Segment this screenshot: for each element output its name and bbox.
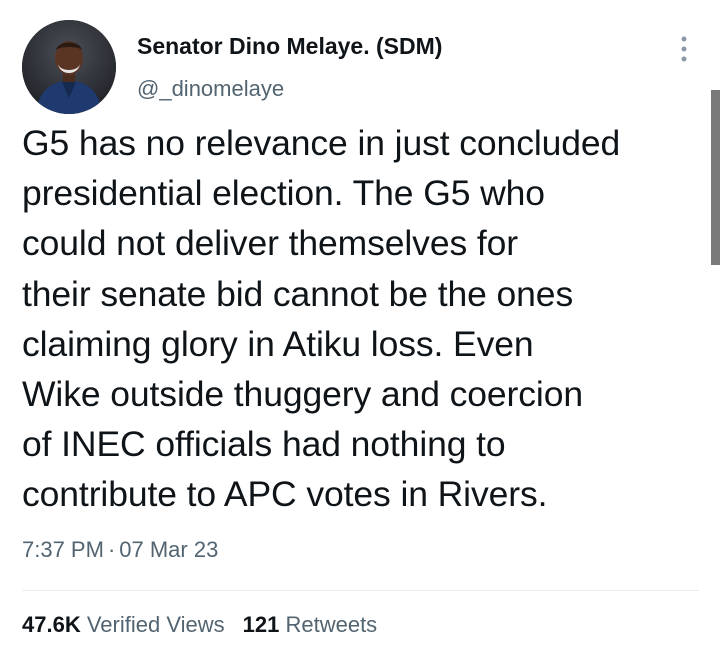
- tweet-date[interactable]: 07 Mar 23: [119, 537, 218, 562]
- meta-separator: ·: [107, 537, 116, 562]
- profile-photo: [22, 20, 116, 114]
- views-count: 47.6K: [22, 612, 81, 637]
- avatar[interactable]: [22, 20, 116, 114]
- more-vertical-icon[interactable]: [670, 34, 698, 64]
- views-stat[interactable]: 47.6K Verified Views: [22, 612, 225, 637]
- tweet-time[interactable]: 7:37 PM: [22, 537, 104, 562]
- tweet-line: could not deliver themselves for: [22, 223, 519, 264]
- author-handle[interactable]: @_dinomelaye: [137, 76, 284, 102]
- tweet-line: their senate bid cannot be the ones: [22, 273, 574, 314]
- retweets-label: Retweets: [285, 612, 378, 637]
- tweet-line: Wike outside thuggery and coercion: [22, 374, 583, 415]
- tweet-stats: 47.6K Verified Views 121 Retweets: [22, 612, 377, 638]
- tweet-line: claiming glory in Atiku loss. Even: [22, 323, 534, 364]
- views-label: Verified Views: [86, 612, 225, 637]
- retweets-stat[interactable]: 121 Retweets: [243, 612, 378, 637]
- scrollbar-thumb[interactable]: [711, 90, 720, 265]
- divider: [22, 590, 699, 591]
- tweet-line: of INEC officials had nothing to: [22, 424, 506, 465]
- retweets-count: 121: [242, 612, 280, 637]
- tweet-text: G5 has no relevance in just concluded pr…: [22, 118, 712, 520]
- author-name[interactable]: Senator Dino Melaye. (SDM): [137, 33, 442, 60]
- tweet-line: presidential election. The G5 who: [22, 173, 545, 214]
- tweet-timestamp[interactable]: 7:37 PM · 07 Mar 23: [22, 537, 218, 563]
- tweet-line: contribute to APC votes in Rivers.: [22, 474, 548, 515]
- tweet-line: G5 has no relevance in just concluded: [22, 123, 621, 163]
